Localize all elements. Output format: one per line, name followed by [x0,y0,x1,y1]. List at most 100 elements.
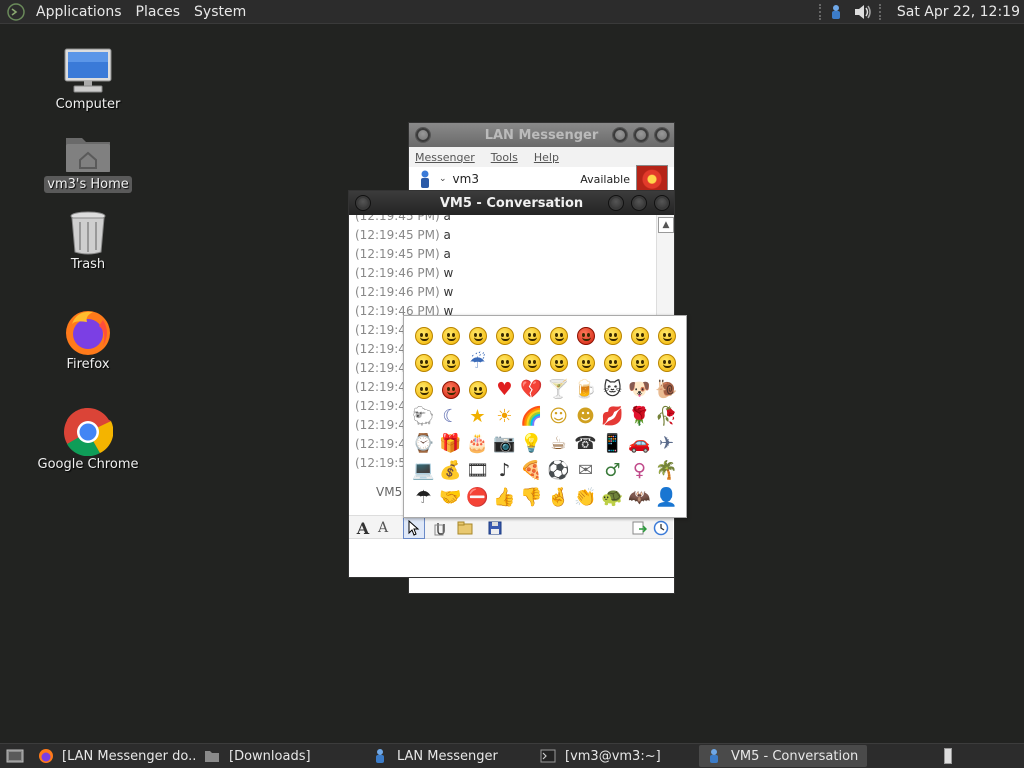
emoticon-bat-icon[interactable]: 🦇 [626,484,653,511]
emoticon-music-icon[interactable]: ♪ [491,457,518,484]
emoticon-stop-icon[interactable]: ⛔ [464,484,491,511]
emoticon-car-icon[interactable]: 🚗 [626,430,653,457]
emoticon-sarcastic-icon[interactable] [545,349,572,376]
emoticon-film-icon[interactable]: 🎞 [464,457,491,484]
emoticon-cool-icon[interactable] [545,322,572,349]
history-icon[interactable] [651,519,671,537]
network-messenger-tray-icon[interactable] [827,3,845,21]
attach-file-icon[interactable] [431,519,451,537]
emoticon-sun-icon[interactable]: ☀ [491,403,518,430]
menu-tools[interactable]: Tools [491,151,518,164]
emoticon-crying-icon[interactable] [626,322,653,349]
emoticon-hug-girl-icon[interactable]: ☻ [572,403,599,430]
emoticon-woman-icon[interactable]: ♀ [626,457,653,484]
desktop-icon-firefox[interactable]: Firefox [33,304,143,373]
emoticon-wink-icon[interactable] [464,322,491,349]
distro-logo-icon[interactable] [5,1,27,23]
emoticon-umbrella-icon[interactable]: ☂ [410,484,437,511]
emoticon-man-icon[interactable]: ♂ [599,457,626,484]
emoticon-sad-icon[interactable] [653,322,680,349]
clock[interactable]: Sat Apr 22, 12:19 [887,4,1024,20]
emoticon-idea-icon[interactable]: 💡 [518,430,545,457]
emoticon-yawn-icon[interactable] [599,349,626,376]
window-menu-button[interactable] [355,195,371,211]
emoticon-secret-icon[interactable] [572,349,599,376]
taskbar-item-lan-messenger[interactable]: LAN Messenger [365,745,533,767]
send-folder-icon[interactable] [455,519,475,537]
emoticon-clap-icon[interactable]: 👏 [572,484,599,511]
emoticon-not-telling-icon[interactable] [410,376,437,403]
emoticon-broken-heart-icon[interactable]: 💔 [518,376,545,403]
emoticon-thumbs-down-icon[interactable]: 👎 [518,484,545,511]
emoticon-money-icon[interactable]: 💰 [437,457,464,484]
font-icon[interactable]: A [353,519,373,538]
emoticon-snail-icon[interactable]: 🐌 [653,376,680,403]
user-status-icon[interactable] [419,170,431,188]
emoticon-pizza-icon[interactable]: 🍕 [518,457,545,484]
emoticon-coffee-icon[interactable]: ☕ [545,430,572,457]
scroll-up-icon[interactable]: ▲ [658,217,674,233]
lan-messenger-titlebar[interactable]: LAN Messenger [409,123,674,147]
emoticon-computer-icon[interactable]: 💻 [410,457,437,484]
message-input[interactable] [349,540,674,577]
emoticon-handshake-icon[interactable]: 🤝 [437,484,464,511]
maximize-button[interactable] [633,127,649,143]
taskbar-item-downloads[interactable]: [Downloads] [197,745,365,767]
minimize-button[interactable] [612,127,628,143]
menu-messenger[interactable]: Messenger [415,151,475,164]
window-menu-button[interactable] [415,127,431,143]
desktop-icon-trash[interactable]: Trash [33,204,143,273]
emoticon-thumbs-up-icon[interactable]: 👍 [491,484,518,511]
emoticon-star-icon[interactable]: ★ [464,403,491,430]
taskbar-item-terminal[interactable]: [vm3@vm3:~] [533,745,699,767]
emoticon-soccer-icon[interactable]: ⚽ [545,457,572,484]
emoticon-clock-icon[interactable]: ⌚ [410,430,437,457]
avatar[interactable] [636,165,668,191]
emoticon-beer-icon[interactable]: 🍺 [572,376,599,403]
emoticon-smile-icon[interactable] [410,322,437,349]
export-icon[interactable] [629,519,649,537]
emoticon-rose-icon[interactable]: 🌹 [626,403,653,430]
save-icon[interactable] [485,519,505,537]
minimize-button[interactable] [608,195,624,211]
emoticon-camera-icon[interactable]: 📷 [491,430,518,457]
emoticon-shy-icon[interactable] [410,349,437,376]
maximize-button[interactable] [631,195,647,211]
emoticon-mobile-icon[interactable]: 📱 [599,430,626,457]
status-dropdown-chevron-icon[interactable]: ⌄ [439,174,447,184]
emoticon-embarrassed-icon[interactable] [437,349,464,376]
volume-icon[interactable] [851,3,875,21]
emoticon-island-icon[interactable]: 🌴 [653,457,680,484]
emoticon-cat-icon[interactable]: 🐱 [599,376,626,403]
emoticon-kiss-icon[interactable]: 💋 [599,403,626,430]
conversation-titlebar[interactable]: VM5 - Conversation [349,191,674,215]
emoticon-airplane-icon[interactable]: ✈ [653,430,680,457]
emoticon-thinking-icon[interactable] [464,376,491,403]
emoticon-teeth-icon[interactable] [491,349,518,376]
desktop-icon-chrome[interactable]: Google Chrome [33,404,143,473]
emoticon-fingers-crossed-icon[interactable]: 🤞 [545,484,572,511]
emoticon-gift-icon[interactable]: 🎁 [437,430,464,457]
menu-system[interactable]: System [187,4,253,20]
emoticon-nerd-icon[interactable] [518,349,545,376]
emoticon-button[interactable] [403,517,425,539]
emoticon-turtle-icon[interactable]: 🐢 [599,484,626,511]
font-color-icon[interactable]: A [373,519,393,537]
emoticon-sheep-icon[interactable]: 🐑 [410,403,437,430]
emoticon-sick-icon[interactable] [626,349,653,376]
emoticon-heart-icon[interactable]: ♥ [491,376,518,403]
emoticon-mad-icon[interactable] [437,376,464,403]
emoticon-dog-icon[interactable]: 🐶 [626,376,653,403]
emoticon-martini-icon[interactable]: 🍸 [545,376,572,403]
emoticon-phone-icon[interactable]: ☎ [572,430,599,457]
desktop-icon-computer[interactable]: Computer [33,44,143,113]
emoticon-angry-icon[interactable] [572,322,599,349]
emoticon-sleepy-icon[interactable] [653,349,680,376]
emoticon-hug-icon[interactable]: ☺ [545,403,572,430]
menu-places[interactable]: Places [129,4,188,20]
emoticon-storm-icon[interactable]: ☔ [464,349,491,376]
emoticon-cake-icon[interactable]: 🎂 [464,430,491,457]
emoticon-messenger-icon[interactable]: 👤 [653,484,680,511]
taskbar-item-conversation[interactable]: VM5 - Conversation [699,745,867,767]
desktop-icon-home[interactable]: vm3's Home [33,124,143,193]
